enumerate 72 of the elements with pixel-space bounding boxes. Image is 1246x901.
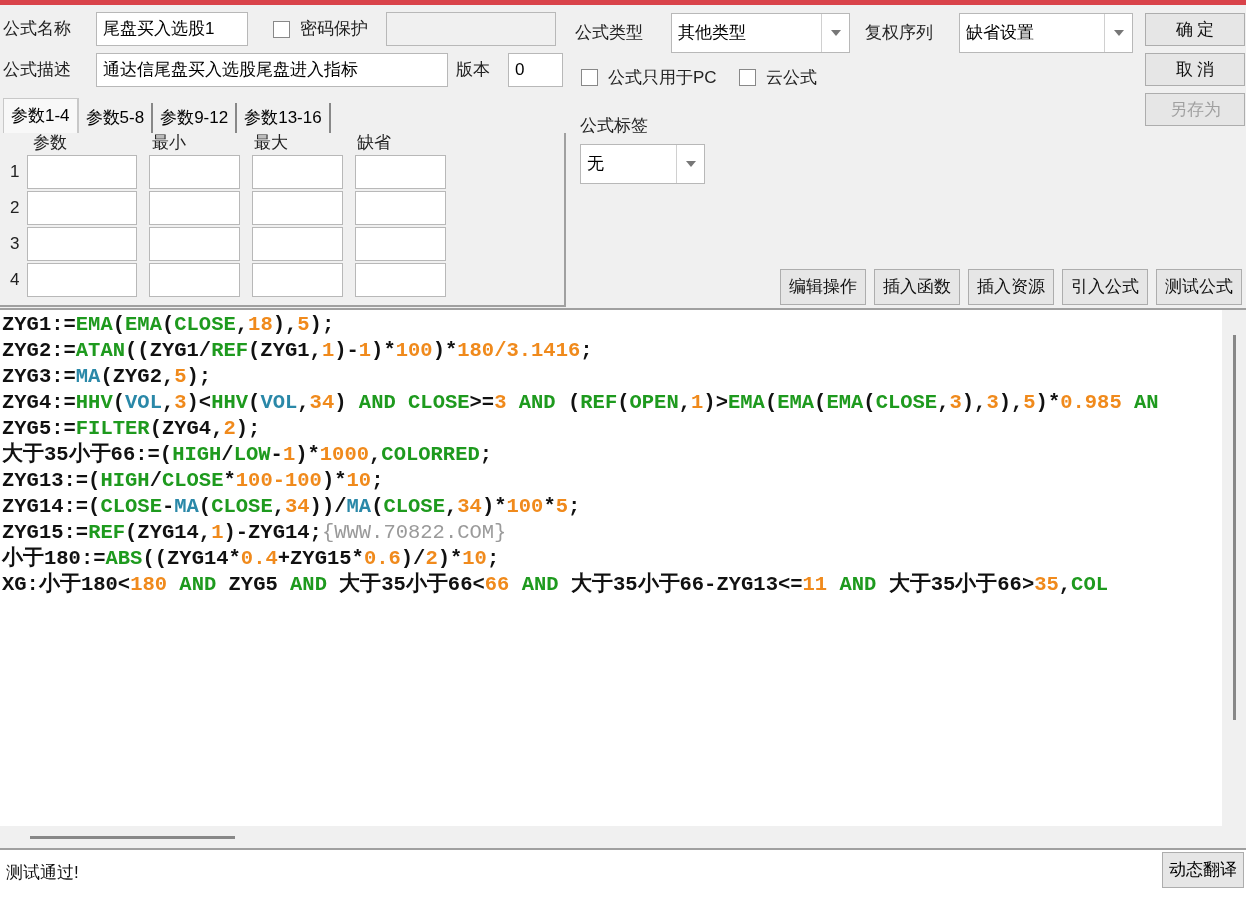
code-line: 小于180:=ABS((ZYG14*0.4+ZYG15*0.6)/2)*10; xyxy=(2,546,500,572)
scrollbar-thumb[interactable] xyxy=(30,835,235,839)
code-line: ZYG3:=MA(ZYG2,5); xyxy=(2,364,212,390)
dialog-button[interactable]: 取 消 xyxy=(1145,53,1245,86)
field-label: 公式描述 xyxy=(3,59,72,82)
param-field[interactable] xyxy=(252,191,343,225)
param-field[interactable] xyxy=(149,263,240,297)
code-line: ZYG13:=(HIGH/CLOSE*100-100)*10; xyxy=(2,468,384,494)
param-field[interactable] xyxy=(27,155,137,189)
param-field[interactable] xyxy=(252,227,343,261)
checkbox[interactable] xyxy=(581,69,598,87)
caret-icon xyxy=(685,161,696,167)
column-header: 缺省 xyxy=(357,132,392,155)
dialog-button[interactable]: 插入资源 xyxy=(968,269,1054,305)
code-line: ZYG1:=EMA(EMA(CLOSE,18),5); xyxy=(2,312,335,338)
tab[interactable]: 参数1-4 xyxy=(3,98,79,133)
checkbox-label: 公式只用于PC xyxy=(608,67,717,89)
column-header: 最大 xyxy=(254,132,289,155)
field-label: 版本 xyxy=(456,59,491,82)
dialog-button[interactable]: 插入函数 xyxy=(874,269,960,305)
field-label: 公式标签 xyxy=(580,114,649,137)
code-line: ZYG4:=HHV(VOL,3)<HHV(VOL,34) AND CLOSE>=3 AND (REF(OPEN,1)>EMA(EMA(EMA(CLOSE,3),3),5)*0.985 AN xyxy=(2,390,1159,416)
column-header: 最小 xyxy=(152,132,187,155)
code-line: ZYG2:=ATAN((ZYG1/REF(ZYG1,1)-1)*100)*180/3.1416; xyxy=(2,338,593,364)
field-label: 复权序列 xyxy=(865,22,934,45)
field-label: 公式名称 xyxy=(3,18,72,41)
dropdown[interactable]: 无 xyxy=(580,144,705,184)
caret-icon xyxy=(830,30,841,36)
param-field[interactable] xyxy=(27,263,137,297)
checkbox-label: 云公式 xyxy=(765,67,817,89)
dialog-button[interactable]: 引入公式 xyxy=(1062,269,1148,305)
horizontal-scrollbar[interactable] xyxy=(0,826,1222,848)
version-field[interactable]: 0 xyxy=(508,53,563,87)
caret-icon xyxy=(1113,30,1124,36)
param-field[interactable] xyxy=(355,191,446,225)
status-text: 测试通过! xyxy=(6,862,79,884)
dropdown[interactable]: 其他类型 xyxy=(671,13,850,53)
param-field[interactable] xyxy=(355,263,446,297)
code-line: ZYG5:=FILTER(ZYG4,2); xyxy=(2,416,261,442)
param-field[interactable] xyxy=(27,227,137,261)
param-field[interactable] xyxy=(252,263,343,297)
vertical-scrollbar[interactable] xyxy=(1222,310,1246,848)
dialog-button[interactable]: 确 定 xyxy=(1145,13,1245,46)
code-editor[interactable] xyxy=(0,308,1246,848)
checkbox[interactable] xyxy=(738,69,756,87)
code-line: XG:小于180<180 AND ZYG5 AND 大于35小于66<66 AND 大于35小于66-ZYG13<=11 AND 大于35小于66>35,COL xyxy=(2,572,1108,598)
column-header: 参数 xyxy=(33,132,68,155)
name-field[interactable]: 尾盘买入选股1 xyxy=(96,12,248,46)
row-number: 3 xyxy=(9,233,21,256)
code-line: ZYG14:=(CLOSE-MA(CLOSE,34))/MA(CLOSE,34)*100*5; xyxy=(2,494,581,520)
password-field[interactable] xyxy=(386,12,556,46)
dialog-button[interactable]: 编辑操作 xyxy=(780,269,866,305)
param-field[interactable] xyxy=(27,191,137,225)
dialog-button[interactable]: 测试公式 xyxy=(1156,269,1242,305)
translate-button[interactable]: 动态翻译 xyxy=(1162,852,1244,888)
dropdown[interactable]: 缺省设置 xyxy=(959,13,1133,53)
param-field[interactable] xyxy=(149,191,240,225)
row-number: 4 xyxy=(9,269,21,292)
scrollbar-thumb[interactable] xyxy=(1232,335,1236,720)
checkbox-label: 密码保护 xyxy=(300,18,368,41)
param-field[interactable] xyxy=(355,227,446,261)
param-field[interactable] xyxy=(355,155,446,189)
param-field[interactable] xyxy=(252,155,343,189)
row-number: 2 xyxy=(9,197,21,220)
code-line: ZYG15:=REF(ZYG14,1)-ZYG14;{WWW.70822.COM} xyxy=(2,520,507,546)
checkbox[interactable] xyxy=(273,20,290,38)
description-field[interactable]: 通达信尾盘买入选股尾盘进入指标 xyxy=(96,53,448,87)
code-line: 大于35小于66:=(HIGH/LOW-1)*1000,COLORRED; xyxy=(2,442,493,468)
param-field[interactable] xyxy=(149,227,240,261)
param-field[interactable] xyxy=(149,155,240,189)
row-number: 1 xyxy=(9,161,21,184)
field-label: 公式类型 xyxy=(575,22,644,45)
